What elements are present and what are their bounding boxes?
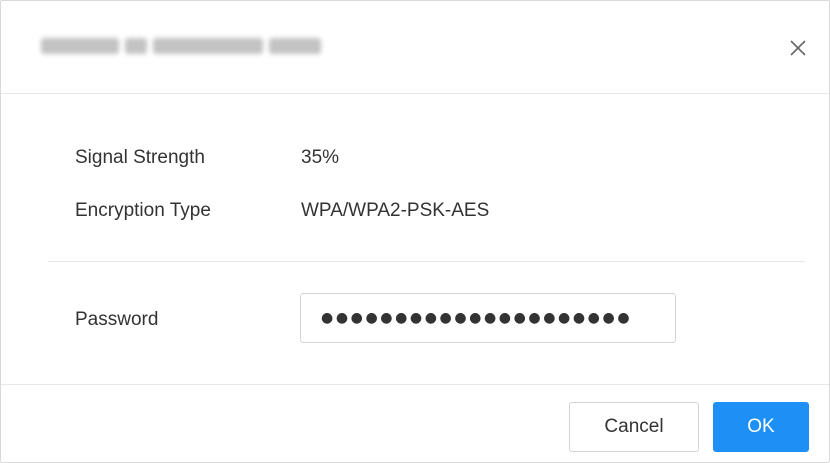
blurred-word — [125, 38, 147, 54]
dialog-body: Signal Strength 35% Encryption Type WPA/… — [1, 94, 829, 384]
ok-button[interactable]: OK — [713, 402, 809, 452]
close-icon — [790, 40, 806, 56]
connect-wifi-dialog: Signal Strength 35% Encryption Type WPA/… — [0, 0, 830, 463]
signal-strength-value: 35% — [301, 147, 340, 168]
signal-strength-label: Signal Strength — [75, 147, 205, 168]
encryption-type-value: WPA/WPA2-PSK-AES — [301, 200, 490, 221]
blurred-word — [41, 38, 119, 54]
dialog-title-blurred — [41, 35, 371, 57]
blurred-word — [269, 38, 321, 54]
password-label: Password — [75, 309, 159, 330]
dialog-footer: Cancel OK — [1, 384, 829, 463]
password-input[interactable]: ●●●●●●●●●●●●●●●●●●●●● — [300, 293, 676, 343]
dialog-header — [1, 1, 829, 94]
divider — [48, 261, 805, 262]
encryption-type-label: Encryption Type — [75, 200, 211, 221]
close-button[interactable] — [785, 35, 811, 61]
cancel-button[interactable]: Cancel — [569, 402, 699, 452]
blurred-word — [153, 38, 263, 54]
